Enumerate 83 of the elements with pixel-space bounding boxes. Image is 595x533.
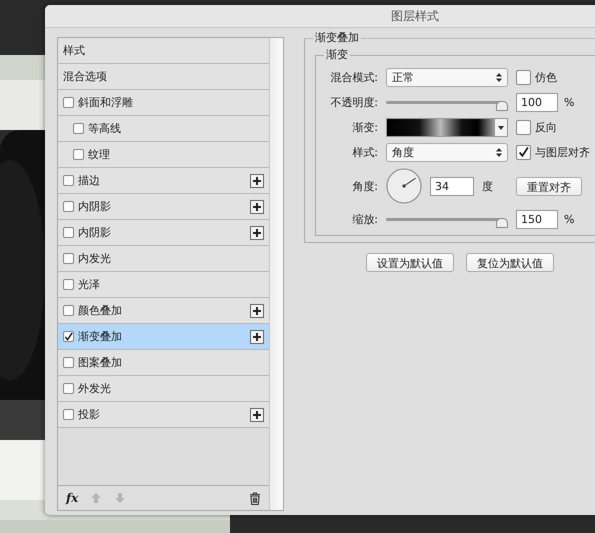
field-label: 渐变: <box>351 120 378 135</box>
up-down-arrows-icon <box>496 73 502 82</box>
default-button[interactable]: 设置为默认值 <box>366 253 454 272</box>
checkbox[interactable] <box>73 123 84 134</box>
unit-label: % <box>564 96 574 109</box>
add-icon[interactable] <box>250 304 264 318</box>
trash-icon[interactable] <box>249 492 261 504</box>
checkbox[interactable] <box>63 201 74 212</box>
item-label: 内阴影 <box>78 225 112 240</box>
item-label: 图案叠加 <box>78 355 123 370</box>
style-list-item[interactable]: 等高线 <box>58 116 269 142</box>
angle-dial[interactable] <box>386 168 422 204</box>
style-select[interactable]: 角度 <box>386 143 508 162</box>
default-button[interactable]: 复位为默认值 <box>466 253 554 272</box>
angle-input[interactable]: 34 <box>430 176 474 196</box>
checkbox-label: 仿色 <box>535 70 557 85</box>
item-label: 投影 <box>78 407 101 422</box>
checkbox[interactable] <box>63 253 74 264</box>
style-list-item[interactable]: 光泽 <box>58 272 269 298</box>
style-list-item[interactable]: 内发光 <box>58 246 269 272</box>
style-list-item[interactable]: 斜面和浮雕 <box>58 90 269 116</box>
item-label: 等高线 <box>88 121 122 136</box>
style-list-item[interactable]: 描边 <box>58 168 269 194</box>
style-list-item[interactable]: 渐变叠加 <box>58 324 269 350</box>
style-list-item[interactable]: 内阴影 <box>58 194 269 220</box>
checkbox[interactable] <box>516 145 531 160</box>
field-label: 角度: <box>351 178 378 194</box>
opacity-input[interactable]: 100 <box>516 93 558 112</box>
fx-button[interactable]: fx <box>66 491 78 505</box>
unit-label: 度 <box>482 178 493 194</box>
checkbox[interactable] <box>516 120 531 135</box>
checkbox[interactable] <box>63 409 74 420</box>
add-icon[interactable] <box>250 174 264 188</box>
checkbox-label: 反向 <box>535 120 557 135</box>
checkbox[interactable] <box>63 305 74 316</box>
checkbox[interactable] <box>516 70 531 85</box>
style-list-item[interactable]: 混合选项 <box>58 64 269 90</box>
item-label: 纹理 <box>88 147 111 162</box>
style-list-item[interactable]: 纹理 <box>58 142 269 168</box>
field-label: 混合模式: <box>329 70 378 85</box>
caret-icon <box>498 126 504 130</box>
gradient-picker[interactable] <box>386 118 508 137</box>
checkbox[interactable] <box>63 227 74 238</box>
field-label: 缩放: <box>351 212 378 227</box>
checkbox[interactable] <box>63 383 74 394</box>
up-down-arrows-icon <box>496 148 502 157</box>
item-label: 内阴影 <box>78 199 112 214</box>
checkbox[interactable] <box>63 97 74 108</box>
item-label: 光泽 <box>78 277 101 292</box>
scrollbar[interactable] <box>269 38 283 510</box>
checkbox[interactable] <box>63 175 74 186</box>
style-list-item[interactable]: 投影 <box>58 402 269 428</box>
item-label: 样式 <box>63 43 86 58</box>
add-icon[interactable] <box>250 330 264 344</box>
add-icon[interactable] <box>250 408 264 422</box>
item-label: 外发光 <box>78 381 112 396</box>
add-icon[interactable] <box>250 226 264 240</box>
field-label: 样式: <box>351 145 378 160</box>
item-label: 内发光 <box>78 251 112 266</box>
item-label: 斜面和浮雕 <box>78 95 134 110</box>
checkbox[interactable] <box>73 149 84 160</box>
checkbox[interactable] <box>63 357 74 368</box>
field-label: 不透明度: <box>329 95 378 110</box>
style-list-item[interactable]: 样式 <box>58 38 269 64</box>
item-label: 渐变叠加 <box>78 329 123 344</box>
checkbox[interactable] <box>63 279 74 290</box>
group-title: 渐变 <box>324 48 350 62</box>
style-list-item[interactable]: 图案叠加 <box>58 350 269 376</box>
checkbox[interactable] <box>63 331 74 342</box>
add-icon[interactable] <box>250 200 264 214</box>
unit-label: % <box>564 213 574 226</box>
style-list-item[interactable]: 外发光 <box>58 376 269 402</box>
item-label: 描边 <box>78 173 101 188</box>
blend-mode-select[interactable]: 正常 <box>386 68 508 87</box>
scale-input[interactable]: 150 <box>516 210 558 229</box>
style-list-item[interactable]: 内阴影 <box>58 220 269 246</box>
window-title: 图层样式 <box>391 8 439 24</box>
style-list-item[interactable]: 颜色叠加 <box>58 298 269 324</box>
checkbox-label: 与图层对齐 <box>535 145 590 160</box>
reset-align-button[interactable]: 重置对齐 <box>516 176 582 196</box>
item-label: 混合选项 <box>63 69 108 84</box>
section-title: 渐变叠加 <box>313 31 361 45</box>
item-label: 颜色叠加 <box>78 303 123 318</box>
